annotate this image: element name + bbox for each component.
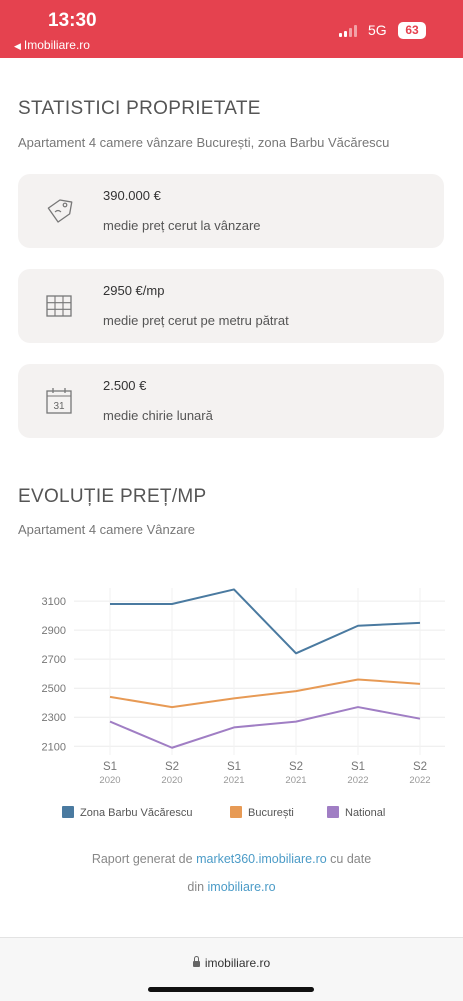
evolution-title: EVOLUȚIE PREȚ/MP: [18, 486, 207, 508]
x-tick-year: 2021: [285, 775, 306, 786]
price-per-sqm-label: medie preț cerut pe metru pătrat: [103, 313, 289, 328]
x-tick-year: 2022: [347, 775, 368, 786]
x-tick-label: S1: [227, 761, 241, 773]
x-tick-label: S1: [351, 761, 365, 773]
y-tick-label: 2700: [42, 654, 66, 666]
legend-label: Zona Barbu Văcărescu: [80, 807, 193, 819]
monthly-rent-value: 2.500 €: [103, 378, 146, 393]
home-indicator[interactable]: [148, 987, 314, 992]
report-line-2: din imobiliare.ro: [0, 880, 463, 894]
x-tick-year: 2022: [409, 775, 430, 786]
price-per-sqm-value: 2950 €/mp: [103, 283, 164, 298]
market360-link[interactable]: market360.imobiliare.ro: [196, 852, 327, 866]
battery-icon: 63: [398, 22, 426, 39]
y-tick-label: 2300: [42, 712, 66, 724]
back-triangle-icon: ◀: [14, 41, 21, 51]
stat-card-sale-price: 390.000 € medie preț cerut la vânzare: [18, 174, 444, 248]
price-tag-icon: [44, 196, 74, 226]
url-text: imobiliare.ro: [205, 956, 270, 970]
y-tick-label: 2500: [42, 683, 66, 695]
lock-icon: [193, 961, 200, 967]
stats-title: STATISTICI PROPRIETATE: [18, 98, 261, 120]
y-tick-label: 2900: [42, 625, 66, 637]
network-type: 5G: [368, 22, 387, 38]
x-tick-label: S2: [413, 761, 427, 773]
legend-swatch: [327, 806, 339, 818]
calendar-icon: 31: [44, 386, 74, 416]
x-tick-label: S2: [289, 761, 303, 773]
status-bar: 13:30 ◀Imobiliare.ro 5G 63: [0, 0, 463, 58]
stat-card-price-per-sqm: 2950 €/mp medie preț cerut pe metru pătr…: [18, 269, 444, 343]
legend-item-national[interactable]: National: [327, 806, 385, 819]
calendar-day: 31: [53, 401, 65, 412]
stats-subtitle: Apartament 4 camere vânzare București, z…: [18, 135, 389, 150]
evolution-subtitle: Apartament 4 camere Vânzare: [18, 522, 195, 537]
monthly-rent-label: medie chirie lunară: [103, 408, 213, 423]
series-line-0: [110, 589, 420, 653]
x-tick-year: 2020: [161, 775, 182, 786]
series-line-2: [110, 707, 420, 748]
status-time: 13:30: [48, 10, 97, 32]
stat-card-monthly-rent: 31 2.500 € medie chirie lunară: [18, 364, 444, 438]
legend-label: National: [345, 807, 385, 819]
grid-icon: [44, 291, 74, 321]
url-bar[interactable]: imobiliare.ro: [0, 956, 463, 970]
price-evolution-chart: 3100 2900 2700 2500 2300 2100 S1 2020 S2 2020 S1 20…: [0, 580, 463, 795]
legend-item-barbu-vacarescu[interactable]: Zona Barbu Văcărescu: [62, 806, 193, 819]
series-line-1: [110, 679, 420, 707]
legend-label: București: [248, 807, 294, 819]
back-to-app-link[interactable]: ◀Imobiliare.ro: [14, 38, 90, 52]
signal-icon: [339, 24, 359, 37]
y-tick-label: 3100: [42, 596, 66, 608]
report-text: din: [187, 880, 207, 894]
x-tick-label: S2: [165, 761, 179, 773]
report-text: Raport generat de: [92, 852, 196, 866]
y-tick-label: 2100: [42, 741, 66, 753]
imobiliare-link[interactable]: imobiliare.ro: [208, 880, 276, 894]
legend-swatch: [62, 806, 74, 818]
x-tick-label: S1: [103, 761, 117, 773]
browser-bottom-bar: imobiliare.ro: [0, 937, 463, 1001]
sale-price-label: medie preț cerut la vânzare: [103, 218, 261, 233]
sale-price-value: 390.000 €: [103, 188, 161, 203]
back-app-label: Imobiliare.ro: [24, 38, 90, 52]
x-tick-year: 2020: [99, 775, 120, 786]
legend-swatch: [230, 806, 242, 818]
report-text: cu date: [327, 852, 371, 866]
x-tick-year: 2021: [223, 775, 244, 786]
report-line-1: Raport generat de market360.imobiliare.r…: [0, 852, 463, 866]
legend-item-bucuresti[interactable]: București: [230, 806, 294, 819]
